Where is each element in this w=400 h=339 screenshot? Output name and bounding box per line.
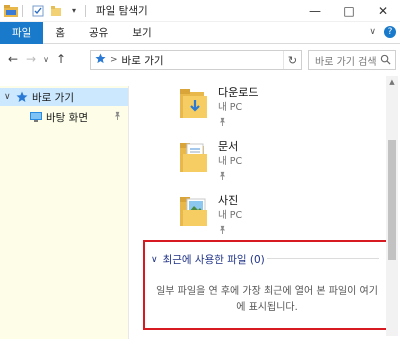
documents-folder-icon (180, 143, 207, 172)
empty-state-message: 일부 파일을 연 후에 가장 최근에 열어 본 파일이 여기에 표시됩니다. (156, 286, 378, 313)
pictures-folder-icon (180, 197, 207, 226)
back-button[interactable]: ← (4, 50, 22, 68)
sidebar-item-label: 바로 가기 (32, 91, 74, 104)
tab-share[interactable]: 공유 (77, 22, 120, 44)
ribbon-tabs: 파일 홈 공유 보기 ∨ ? (0, 21, 400, 44)
search-icon (380, 54, 391, 68)
chevron-down-icon: ∨ (151, 254, 158, 265)
folder-location: 내 PC (218, 210, 243, 221)
title-bar: ▾ 파일 탐색기 — □ ✕ (0, 0, 400, 22)
desktop-icon (30, 111, 42, 123)
maximize-button[interactable]: □ (332, 0, 366, 22)
breadcrumb-chevron[interactable]: > (110, 55, 118, 65)
recent-files-section: ∨ 최근에 사용한 파일 (0) 일부 파일을 연 후에 가장 최근에 열어 본… (143, 240, 388, 330)
folder-item-downloads[interactable]: 다운로드 내 PC (178, 82, 268, 132)
refresh-button[interactable]: ↻ (283, 51, 301, 69)
search-input[interactable]: 바로 가기 검색 (308, 50, 396, 70)
properties-icon[interactable] (31, 4, 45, 18)
folder-name: 문서 (218, 140, 239, 153)
folder-item-pictures[interactable]: 사진 내 PC (178, 190, 268, 240)
sidebar-item-quick-access[interactable]: ∨ 바로 가기 (0, 88, 128, 106)
minimize-button[interactable]: — (298, 0, 332, 22)
downloads-folder-icon (180, 89, 207, 118)
folder-name: 다운로드 (218, 86, 259, 99)
help-icon[interactable]: ? (384, 26, 396, 38)
tab-home[interactable]: 홈 (43, 22, 77, 44)
star-icon (95, 53, 106, 67)
customize-toolbar-icon[interactable]: ▾ (67, 4, 81, 18)
tab-file[interactable]: 파일 (0, 21, 44, 44)
sidebar-item-label: 바탕 화면 (46, 111, 88, 124)
search-placeholder: 바로 가기 검색 (315, 56, 377, 68)
recent-files-title: 최근에 사용한 파일 (0) (162, 254, 265, 266)
chevron-down-icon[interactable]: ∨ (4, 92, 16, 102)
star-icon (16, 91, 28, 103)
separator (22, 4, 23, 17)
forward-button[interactable]: → (22, 50, 40, 68)
window-title: 파일 탐색기 (96, 5, 148, 17)
folder-location: 내 PC (218, 156, 243, 167)
close-button[interactable]: ✕ (366, 0, 400, 22)
navigation-pane: ∨ 바로 가기 바탕 화면 (0, 86, 128, 339)
address-bar[interactable]: > 바로 가기 ↻ (90, 50, 302, 70)
pane-divider[interactable] (128, 86, 129, 339)
up-button[interactable]: ↑ (52, 50, 70, 68)
folder-name: 사진 (218, 194, 239, 207)
scrollbar-thumb[interactable] (388, 140, 396, 260)
ribbon-right-controls: ∨ ? (369, 26, 396, 38)
separator (85, 4, 86, 17)
new-folder-icon[interactable] (49, 4, 63, 18)
folder-location: 내 PC (218, 102, 243, 113)
tab-view[interactable]: 보기 (120, 22, 163, 44)
pin-icon[interactable] (113, 111, 122, 123)
breadcrumb-quick-access[interactable]: 바로 가기 (122, 53, 164, 68)
folder-icon[interactable] (4, 4, 18, 18)
navigation-bar: ← → ∨ ↑ > 바로 가기 ↻ 바로 가기 검색 (0, 44, 400, 74)
recent-files-header[interactable]: ∨ 최근에 사용한 파일 (0) (151, 252, 265, 267)
expand-ribbon-icon[interactable]: ∨ (369, 27, 376, 37)
section-divider (267, 258, 379, 259)
recent-locations-button[interactable]: ∨ (40, 50, 52, 68)
sidebar-item-desktop[interactable]: 바탕 화면 (0, 108, 128, 126)
scroll-up-arrow-icon[interactable]: ▲ (386, 76, 398, 88)
window-controls: — □ ✕ (298, 0, 400, 22)
folder-item-documents[interactable]: 문서 내 PC (178, 136, 268, 186)
